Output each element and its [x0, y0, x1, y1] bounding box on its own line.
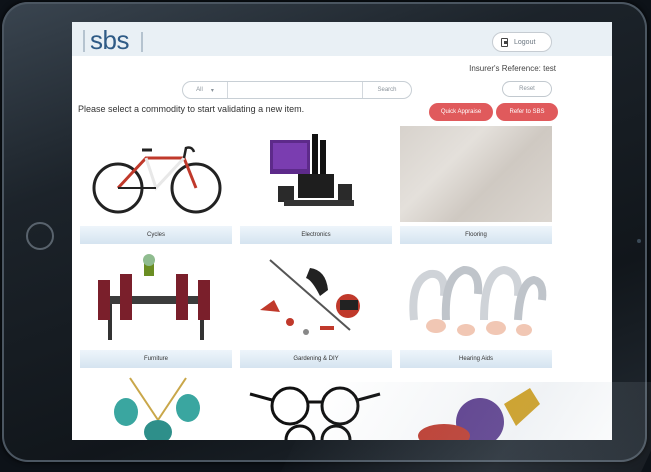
sbs-logo[interactable]: sbs	[90, 25, 129, 56]
gardening-tools-image	[260, 259, 360, 335]
refer-to-sbs-button[interactable]: Refer to SBS	[496, 103, 558, 121]
logo-divider-right	[141, 32, 143, 52]
logo-divider-left	[83, 30, 85, 52]
commodity-tile-sports[interactable]	[400, 374, 552, 440]
commodity-tile-electronics[interactable]: Electronics	[240, 126, 392, 244]
commodity-tile-hearing-aids[interactable]: Hearing Aids	[400, 250, 552, 368]
hearing-aids-image	[409, 265, 547, 336]
logout-label: Logout	[514, 38, 536, 46]
tablet-frame: sbs Logout Insurer's Reference: test All…	[2, 2, 651, 472]
commodity-label: Hearing Aids	[400, 350, 552, 368]
commodity-label: Furniture	[80, 350, 232, 368]
commodity-label: Flooring	[400, 226, 552, 244]
search-input[interactable]	[229, 83, 363, 99]
glasses-image	[249, 386, 381, 440]
flooring-image	[400, 126, 552, 222]
top-bar: sbs Logout	[72, 22, 612, 56]
commodity-tile-glasses[interactable]	[240, 374, 392, 440]
commodity-tile-gardening-diy[interactable]: Gardening & DIY	[240, 250, 392, 368]
commodity-label: Electronics	[240, 226, 392, 244]
filter-value: All	[196, 87, 203, 93]
search-button[interactable]: Search	[362, 82, 411, 98]
search-bar: All ▾ Search	[182, 81, 412, 99]
commodity-filter-select[interactable]: All ▾	[183, 82, 228, 98]
camera-dot	[637, 239, 641, 243]
commodity-tile-flooring[interactable]: Flooring	[400, 126, 552, 244]
commodity-tile-jewellery[interactable]	[80, 374, 232, 440]
furniture-image	[98, 254, 210, 340]
commodity-label: Cycles	[80, 226, 232, 244]
logout-button[interactable]: Logout	[492, 32, 552, 52]
bicycle-image	[92, 146, 222, 214]
insurer-reference: Insurer's Reference: test	[469, 64, 556, 73]
home-button[interactable]	[26, 222, 54, 250]
sports-equipment-image	[418, 388, 540, 440]
app-screen: sbs Logout Insurer's Reference: test All…	[72, 22, 612, 440]
commodity-tile-cycles[interactable]: Cycles	[80, 126, 232, 244]
reset-button[interactable]: Reset	[502, 81, 552, 97]
commodity-label: Gardening & DIY	[240, 350, 392, 368]
commodity-tile-furniture[interactable]: Furniture	[80, 250, 232, 368]
electronics-image	[270, 134, 354, 206]
jewellery-image	[114, 377, 200, 440]
instruction-text: Please select a commodity to start valid…	[78, 104, 305, 114]
chevron-down-icon: ▾	[210, 87, 214, 94]
logout-icon	[501, 37, 508, 47]
quick-appraise-button[interactable]: Quick Appraise	[429, 103, 493, 121]
